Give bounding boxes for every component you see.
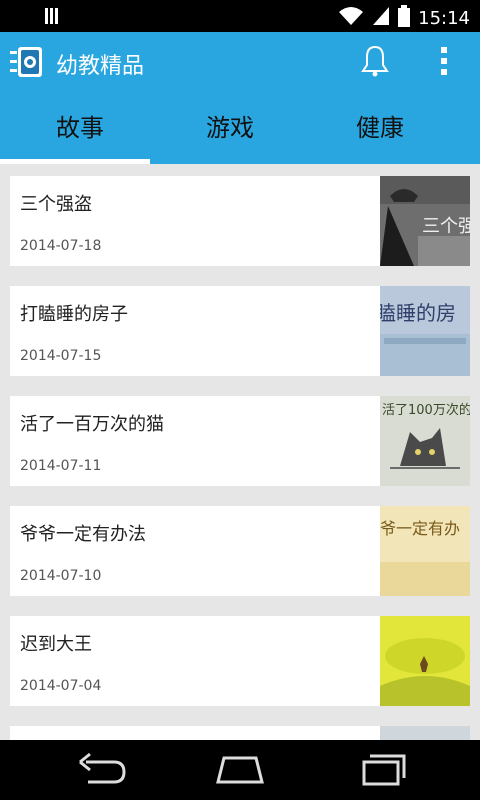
- item-date: 2014-07-11: [20, 458, 102, 474]
- tab-health[interactable]: 健康: [300, 92, 460, 164]
- item-date: 2014-07-18: [20, 238, 102, 254]
- wifi-icon: [338, 6, 364, 31]
- item-thumbnail[interactable]: 活了100万次的猫: [380, 396, 470, 486]
- list-item[interactable]: 爷爷一定有办法 2014-07-10 爷一定有办: [10, 506, 470, 596]
- home-icon[interactable]: [210, 752, 270, 788]
- list-item[interactable]: [10, 726, 470, 740]
- overflow-menu-icon[interactable]: [436, 44, 452, 82]
- tab-bar: 故事 游戏 健康: [0, 92, 480, 164]
- status-time: 15:14: [418, 8, 470, 29]
- navigation-bar: [0, 740, 480, 800]
- list-item[interactable]: 迟到大王 2014-07-04: [10, 616, 470, 706]
- bell-icon[interactable]: [360, 44, 390, 82]
- item-title: 活了一百万次的猫: [20, 414, 164, 435]
- list-item[interactable]: 打瞌睡的房子 2014-07-15 瞌睡的房: [10, 286, 470, 376]
- sim-icon: [44, 7, 62, 29]
- list-item[interactable]: 三个强盗 2014-07-18 三个强: [10, 176, 470, 266]
- item-date: 2014-07-04: [20, 678, 102, 694]
- thumb-text: 瞌睡的房: [380, 301, 456, 325]
- item-thumbnail[interactable]: 瞌睡的房: [380, 286, 470, 376]
- book-icon[interactable]: [10, 46, 44, 82]
- recents-icon[interactable]: [352, 752, 412, 788]
- item-title: 三个强盗: [20, 194, 92, 215]
- status-bar: 15:14: [0, 0, 480, 32]
- battery-icon: [398, 5, 411, 32]
- item-title: 爷爷一定有办法: [20, 524, 146, 545]
- tab-story[interactable]: 故事: [0, 92, 160, 164]
- signal-icon: [372, 6, 390, 31]
- story-list: 三个强盗 2014-07-18 三个强 打瞌睡的房子 2014-07-15 瞌睡…: [0, 164, 480, 740]
- thumb-text: 爷一定有办: [380, 519, 460, 538]
- app-bar: 幼教精品: [0, 32, 480, 92]
- item-thumbnail[interactable]: [380, 616, 470, 706]
- item-date: 2014-07-15: [20, 348, 102, 364]
- list-item[interactable]: 活了一百万次的猫 2014-07-11 活了100万次的猫: [10, 396, 470, 486]
- back-icon[interactable]: [70, 752, 130, 788]
- thumb-text: 三个强: [422, 216, 470, 237]
- tab-game[interactable]: 游戏: [150, 92, 310, 164]
- item-thumbnail[interactable]: [380, 726, 470, 740]
- item-thumbnail[interactable]: 三个强: [380, 176, 470, 266]
- item-title: 迟到大王: [20, 634, 92, 655]
- item-title: 打瞌睡的房子: [20, 304, 128, 325]
- item-thumbnail[interactable]: 爷一定有办: [380, 506, 470, 596]
- thumb-text: 活了100万次的猫: [382, 402, 470, 418]
- item-date: 2014-07-10: [20, 568, 102, 584]
- app-title: 幼教精品: [56, 54, 145, 79]
